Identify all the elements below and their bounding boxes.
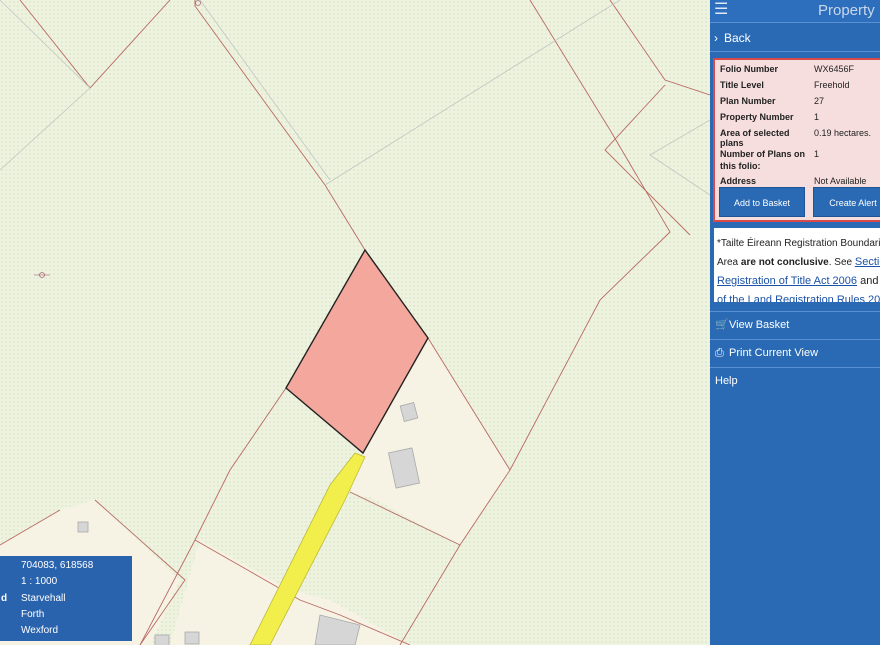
panel-title: Property D	[818, 2, 880, 19]
folio-row: Title Level Freehold	[720, 80, 850, 90]
back-button[interactable]: › Back	[710, 23, 880, 52]
add-to-basket-button[interactable]: Add to Basket	[719, 187, 805, 217]
create-alert-button[interactable]: Create Alert	[813, 187, 880, 217]
view-basket-item[interactable]: 🛒View Basket	[710, 311, 880, 339]
folio-details-card: Folio Number WX6456F Title Level Freehold …	[713, 58, 880, 222]
map-coordinates: 704083, 618568	[21, 560, 94, 571]
folio-row: Property Number 1	[720, 112, 820, 122]
disclaimer-box: *Tailte Éireann Registration Boundaries …	[714, 228, 880, 302]
registration-act-link[interactable]: Registration of Title Act 2006	[717, 275, 857, 287]
cart-icon: 🛒	[715, 319, 729, 331]
chevron-right-icon: ›	[714, 31, 718, 45]
folio-table: Folio Number WX6456F Title Level Freehold …	[720, 64, 871, 192]
info-edge-letter: d	[1, 593, 8, 604]
printer-icon: ⎙	[715, 347, 724, 359]
folio-row: Number of Plans on this folio: 1	[720, 149, 820, 171]
disclaimer-line-3: Registration of Title Act 2006 and Ru	[717, 275, 880, 287]
folio-row: Plan Number 27	[720, 96, 825, 106]
hamburger-icon[interactable]: ☰	[714, 1, 728, 19]
map-scale: 1 : 1000	[21, 576, 58, 587]
map-townland: Starvehall	[21, 593, 66, 604]
disclaimer-line-2: Area are not conclusive. See Section 62	[717, 253, 880, 272]
map-info-box: 704083, 618568 1 : 1000 d Starvehall For…	[0, 556, 132, 641]
section-62-link[interactable]: Section 62	[855, 256, 880, 268]
map-svg[interactable]	[0, 0, 710, 645]
map-canvas[interactable]	[0, 0, 710, 645]
property-panel: ☰ Property D › Back Folio NumberWX6456F T…	[710, 0, 880, 645]
map-barony: Forth	[21, 609, 45, 620]
disclaimer-line-1: *Tailte Éireann Registration Boundaries …	[717, 238, 880, 249]
map-county: Wexford	[21, 625, 59, 636]
rules-2012-link[interactable]: of the Land Registration Rules 2012	[717, 294, 880, 302]
panel-header: ☰ Property D	[710, 0, 880, 23]
help-item[interactable]: Help	[710, 367, 880, 395]
folio-row: Area of selected plans 0.19 hectares.	[720, 128, 872, 148]
folio-row: Folio Number WX6456F	[720, 64, 855, 74]
disclaimer-line-4: of the Land Registration Rules 2012	[717, 291, 880, 302]
print-view-item[interactable]: ⎙ Print Current View	[710, 339, 880, 367]
back-label: Back	[724, 31, 751, 45]
